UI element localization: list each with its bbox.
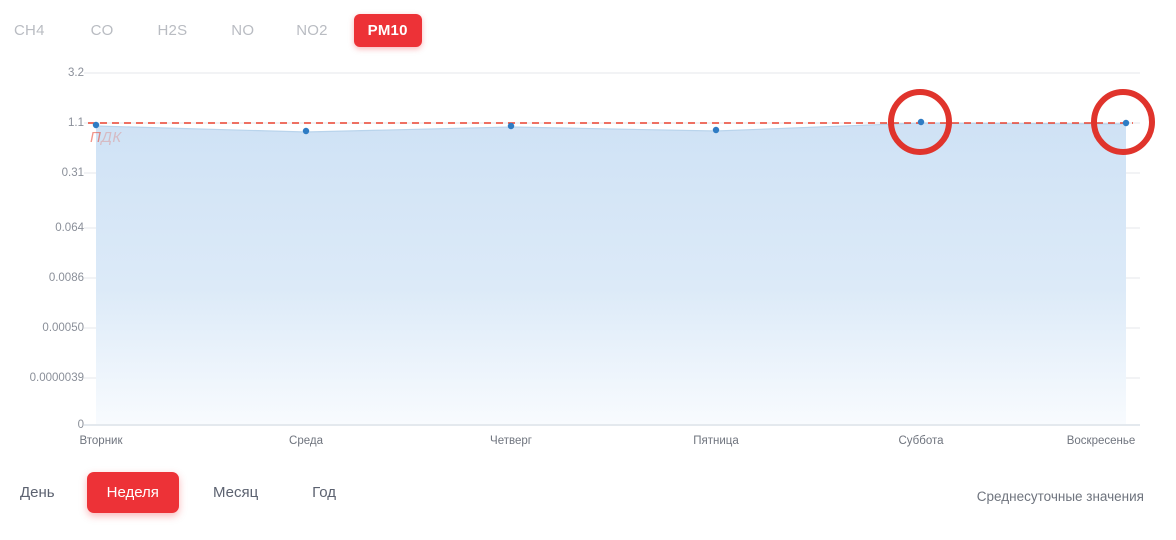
air-quality-chart: 3.2 1.1 0.31 0.064 0.0086 0.00050 0.0000…	[0, 55, 1176, 455]
y-tick-label: 0.0000039	[29, 372, 84, 384]
x-tick-label-sunday: Воскресенье	[1066, 435, 1136, 447]
data-point	[712, 126, 720, 134]
period-button-year[interactable]: Год	[292, 472, 356, 513]
data-point	[507, 122, 515, 130]
period-button-week[interactable]: Неделя	[86, 472, 179, 513]
chart-area-fill	[96, 123, 1126, 424]
y-tick-label: 0.0086	[48, 272, 84, 284]
y-tick-label: 0	[77, 419, 84, 431]
period-button-day[interactable]: День	[0, 472, 75, 513]
x-tick-label-friday: Пятница	[693, 435, 739, 447]
y-tick-label: 0.064	[55, 222, 84, 234]
x-tick-label-thursday: Четверг	[490, 435, 532, 447]
y-tick-label: 3.2	[68, 67, 84, 79]
data-point	[1122, 119, 1130, 127]
y-tick-label: 0.00050	[42, 322, 84, 334]
averaging-mode-note: Среднесуточные значения	[976, 489, 1144, 504]
pollutant-tab-pm10[interactable]: PM10	[353, 13, 422, 47]
pollutant-tab-bar: CH4 CO H2S NO NO2 PM10	[0, 10, 422, 50]
pollutant-tab-no[interactable]: NO	[217, 14, 268, 47]
chart-plot-area	[84, 72, 1155, 426]
y-axis: 3.2 1.1 0.31 0.064 0.0086 0.00050 0.0000…	[0, 55, 84, 455]
pollutant-tab-ch4[interactable]: CH4	[0, 14, 59, 47]
period-button-month[interactable]: Месяц	[193, 472, 278, 513]
x-tick-label-wednesday: Среда	[289, 435, 323, 447]
pollutant-tab-no2[interactable]: NO2	[282, 14, 341, 47]
y-tick-label: 1.1	[68, 117, 84, 129]
limit-line-label: ПДК	[90, 129, 122, 146]
y-tick-label: 0.31	[61, 167, 84, 179]
pollutant-tab-h2s[interactable]: H2S	[144, 14, 202, 47]
data-point	[917, 118, 925, 126]
pollutant-tab-co[interactable]: CO	[77, 14, 128, 47]
period-control-bar: День Неделя Месяц Год	[0, 472, 356, 513]
data-point	[302, 127, 310, 135]
x-tick-label-tuesday: Вторник	[79, 435, 123, 447]
x-tick-label-saturday: Суббота	[898, 435, 944, 447]
data-point	[92, 121, 100, 129]
